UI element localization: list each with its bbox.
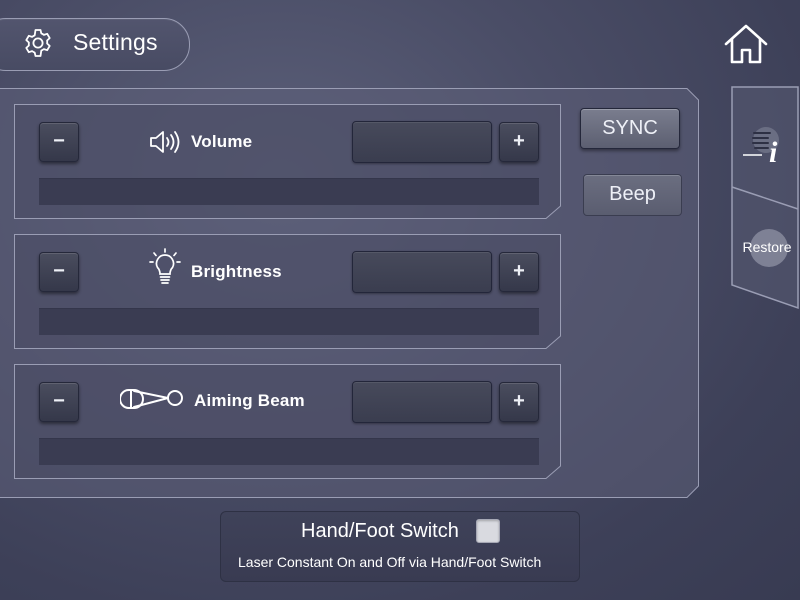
side-tab: i Restore <box>730 86 800 310</box>
beep-button[interactable]: Beep <box>583 174 682 216</box>
aiming-beam-value-display <box>352 381 492 423</box>
volume-control: − Volume + <box>14 104 562 220</box>
sync-button[interactable]: SYNC <box>580 108 680 149</box>
volume-label: Volume <box>191 132 253 151</box>
gear-icon <box>25 29 51 57</box>
brightness-slider[interactable] <box>39 308 539 335</box>
brightness-increase-button[interactable]: + <box>499 252 539 292</box>
page-title: Settings <box>73 29 158 55</box>
aiming-beam-icon <box>120 389 183 409</box>
volume-value-display <box>352 121 492 163</box>
brightness-value-display <box>352 251 492 293</box>
home-icon[interactable] <box>722 22 770 66</box>
speaker-icon <box>150 131 180 153</box>
brightness-decrease-button[interactable]: − <box>39 252 79 292</box>
brightness-control: − Brightness + <box>14 234 562 350</box>
hand-foot-switch-description: Laser Constant On and Off via Hand/Foot … <box>238 554 542 570</box>
lightbulb-icon <box>149 248 181 284</box>
aiming-beam-label: Aiming Beam <box>194 391 305 410</box>
restore-label: Restore <box>742 239 792 255</box>
aiming-beam-control: − Aiming Beam + <box>14 364 562 480</box>
volume-slider[interactable] <box>39 178 539 205</box>
aiming-beam-slider[interactable] <box>39 438 539 465</box>
volume-increase-button[interactable]: + <box>499 122 539 162</box>
info-icon[interactable]: i <box>742 122 790 170</box>
aiming-beam-increase-button[interactable]: + <box>499 382 539 422</box>
volume-decrease-button[interactable]: − <box>39 122 79 162</box>
hand-foot-switch-title: Hand/Foot Switch <box>301 520 459 542</box>
hand-foot-switch-panel: Hand/Foot Switch Laser Constant On and O… <box>220 511 580 582</box>
restore-button[interactable]: Restore <box>734 226 800 270</box>
hand-foot-switch-checkbox[interactable] <box>476 519 500 543</box>
svg-text:i: i <box>769 136 778 169</box>
aiming-beam-decrease-button[interactable]: − <box>39 382 79 422</box>
brightness-label: Brightness <box>191 262 282 281</box>
